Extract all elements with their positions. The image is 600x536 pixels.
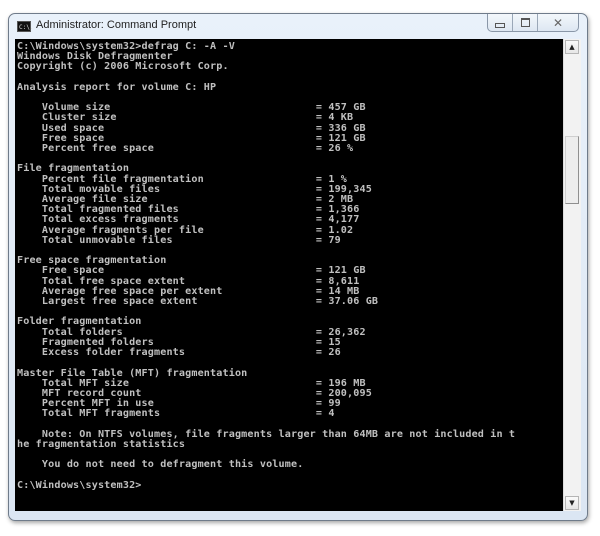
arrow-up-icon: ▲ bbox=[569, 43, 575, 51]
window-title: Administrator: Command Prompt bbox=[36, 19, 197, 31]
command-prompt-window: C:\. Administrator: Command Prompt ✕ C:\… bbox=[8, 13, 588, 521]
scroll-up-button[interactable]: ▲ bbox=[565, 40, 579, 54]
console-line: Analysis report for volume C: HP bbox=[17, 81, 217, 93]
console-text: C:\Windows\system32>defrag C: -A -V Wind… bbox=[15, 39, 563, 491]
scroll-thumb[interactable] bbox=[565, 136, 579, 205]
maximize-icon bbox=[520, 18, 530, 27]
console-line: You do not need to defragment this volum… bbox=[41, 459, 304, 471]
cmd-icon[interactable]: C:\. bbox=[17, 21, 33, 32]
console-line: Copyright (c) 2006 Microsoft Corp. bbox=[17, 61, 229, 73]
console-line: Percent free space = 26 % bbox=[41, 143, 354, 155]
console-line: C:\Windows\system32> bbox=[17, 479, 142, 491]
minimize-button[interactable] bbox=[488, 14, 513, 31]
title-bar[interactable]: C:\. Administrator: Command Prompt ✕ bbox=[9, 14, 587, 39]
arrow-down-icon: ▼ bbox=[569, 499, 575, 507]
close-button[interactable]: ✕ bbox=[538, 14, 578, 31]
console-line: Largest free space extent = 37.06 GB bbox=[41, 296, 379, 308]
console-line: Total unmovable files = 79 bbox=[41, 234, 341, 246]
minimize-icon bbox=[495, 23, 505, 28]
vertical-scrollbar[interactable]: ▲ ▼ bbox=[563, 39, 581, 511]
window-controls: ✕ bbox=[487, 14, 579, 32]
scroll-down-button[interactable]: ▼ bbox=[565, 496, 579, 510]
console-line: Total MFT fragments = 4 bbox=[41, 408, 335, 420]
console-output[interactable]: C:\Windows\system32>defrag C: -A -V Wind… bbox=[15, 39, 563, 511]
maximize-button[interactable] bbox=[513, 14, 538, 31]
close-icon: ✕ bbox=[552, 15, 564, 30]
console-line: Excess folder fragments = 26 bbox=[41, 347, 341, 359]
console-line: he fragmentation statistics bbox=[17, 438, 186, 450]
